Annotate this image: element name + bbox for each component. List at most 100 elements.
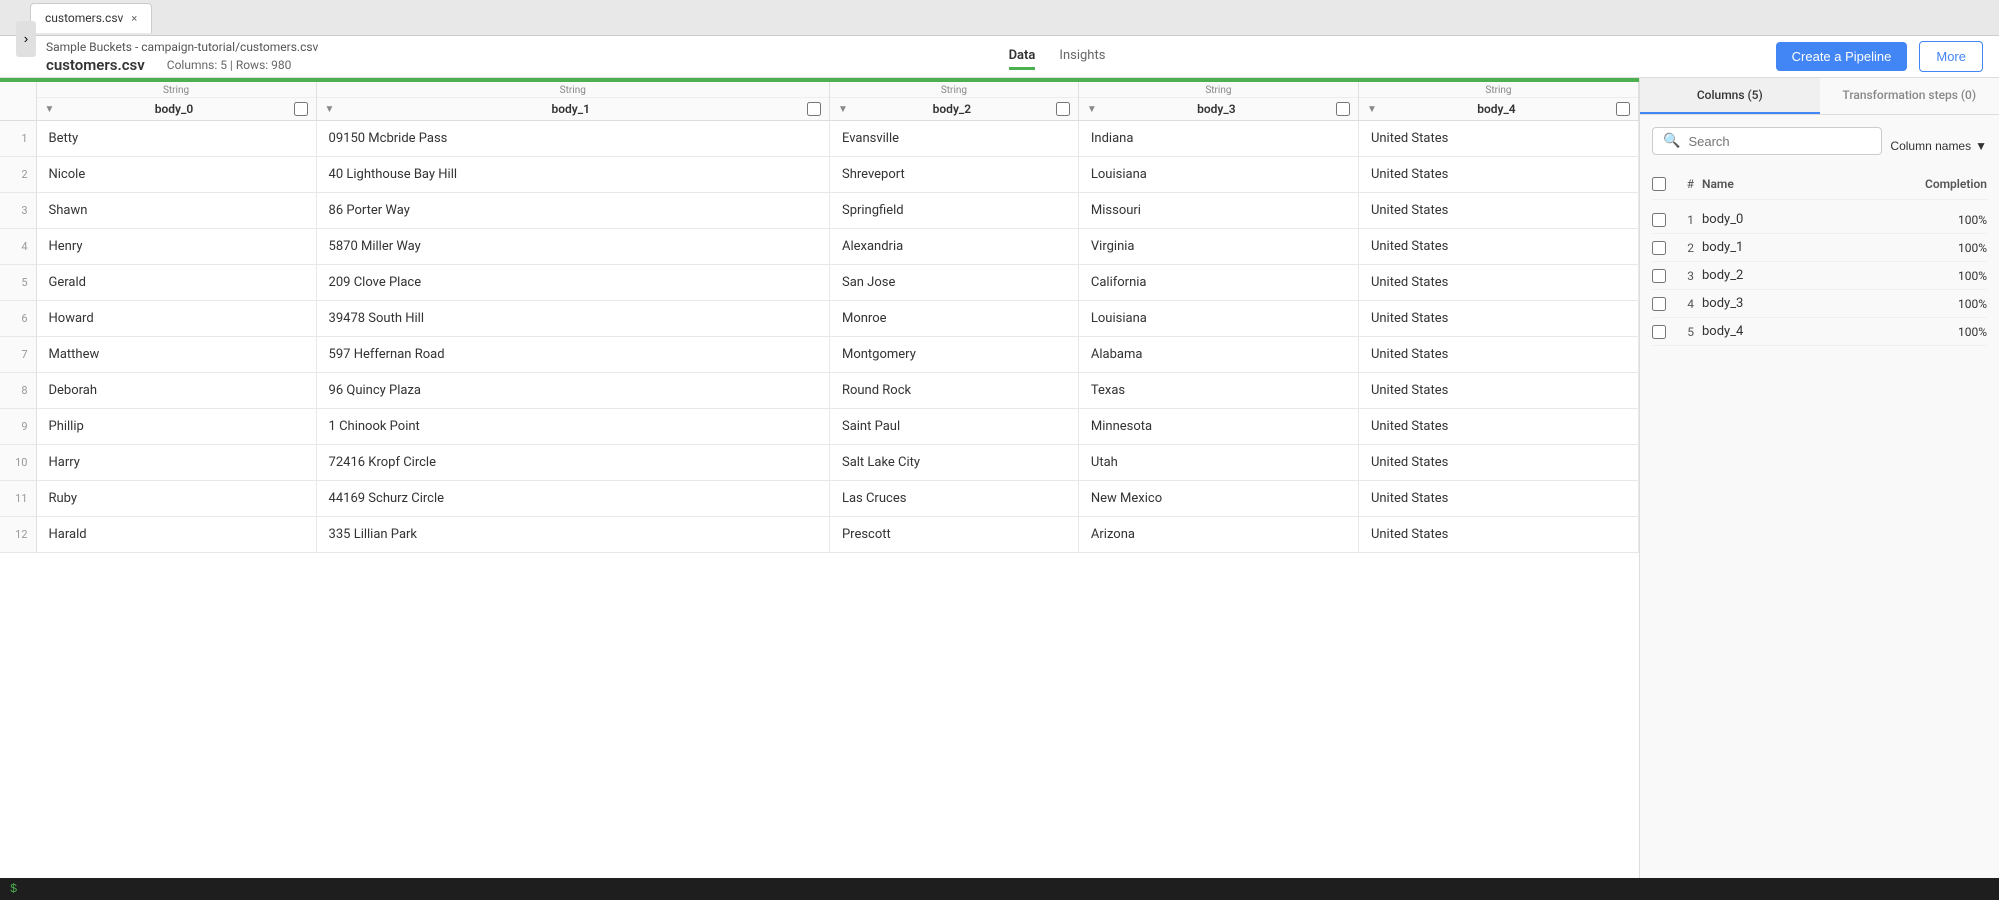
cell-c4: United States xyxy=(1358,373,1638,409)
main-content: String ▼ body_0 String ▼ xyxy=(0,78,1999,878)
col-list-num: 5 xyxy=(1674,325,1694,339)
row-num-header xyxy=(0,82,36,121)
cell-c3: Utah xyxy=(1078,445,1358,481)
panel-tab-columns[interactable]: Columns (5) xyxy=(1640,78,1820,114)
col-list-pct: 100% xyxy=(1958,241,1987,255)
main-nav-tabs: Data Insights xyxy=(338,44,1775,70)
row-num: 9 xyxy=(0,409,36,445)
col4-checkbox[interactable] xyxy=(1616,102,1630,116)
table-row: 11 Ruby 44169 Schurz Circle Las Cruces N… xyxy=(0,481,1639,517)
panel-tabs: Columns (5) Transformation steps (0) xyxy=(1640,78,1999,115)
cell-c0: Henry xyxy=(36,229,316,265)
col1-checkbox[interactable] xyxy=(807,102,821,116)
cell-c2: Springfield xyxy=(829,193,1078,229)
table-row: 4 Henry 5870 Miller Way Alexandria Virgi… xyxy=(0,229,1639,265)
cell-c0: Shawn xyxy=(36,193,316,229)
cell-c3: Louisiana xyxy=(1078,157,1358,193)
table-row: 5 Gerald 209 Clove Place San Jose Califo… xyxy=(0,265,1639,301)
row-num: 3 xyxy=(0,193,36,229)
tab-close-icon[interactable]: × xyxy=(131,12,137,25)
table-area: String ▼ body_0 String ▼ xyxy=(0,78,1639,878)
cell-c0: Howard xyxy=(36,301,316,337)
cell-c2: Alexandria xyxy=(829,229,1078,265)
cell-c4: United States xyxy=(1358,229,1638,265)
col0-checkbox[interactable] xyxy=(294,102,308,116)
table-body: 1 Betty 09150 Mcbride Pass Evansville In… xyxy=(0,121,1639,553)
row-num: 10 xyxy=(0,445,36,481)
tab-data[interactable]: Data xyxy=(1009,44,1036,70)
cell-c2: Round Rock xyxy=(829,373,1078,409)
col-list-name: body_4 xyxy=(1702,324,1950,339)
row-num: 2 xyxy=(0,157,36,193)
file-title: customers.csv xyxy=(46,56,145,74)
cell-c2: Montgomery xyxy=(829,337,1078,373)
cell-c3: Texas xyxy=(1078,373,1358,409)
col-list-checkbox[interactable] xyxy=(1652,213,1666,227)
column-search-input[interactable] xyxy=(1688,134,1871,149)
cell-c3: New Mexico xyxy=(1078,481,1358,517)
row-num: 11 xyxy=(0,481,36,517)
tab-insights[interactable]: Insights xyxy=(1059,44,1105,69)
cell-c3: Arizona xyxy=(1078,517,1358,553)
right-panel: Columns (5) Transformation steps (0) 🔍 C… xyxy=(1639,78,1999,878)
col-list-checkbox[interactable] xyxy=(1652,325,1666,339)
data-table: String ▼ body_0 String ▼ xyxy=(0,82,1639,553)
cell-c0: Harry xyxy=(36,445,316,481)
col3-type: String xyxy=(1079,82,1358,98)
select-all-checkbox[interactable] xyxy=(1652,177,1666,191)
col1-type: String xyxy=(317,82,829,98)
col0-dropdown-icon[interactable]: ▼ xyxy=(45,104,55,115)
cell-c0: Deborah xyxy=(36,373,316,409)
cell-c2: Saint Paul xyxy=(829,409,1078,445)
cell-c4: United States xyxy=(1358,481,1638,517)
table-row: 6 Howard 39478 South Hill Monroe Louisia… xyxy=(0,301,1639,337)
col-header-body4: String ▼ body_4 xyxy=(1358,82,1638,121)
cell-c1: 44169 Schurz Circle xyxy=(316,481,829,517)
cell-c1: 86 Porter Way xyxy=(316,193,829,229)
cell-c0: Harald xyxy=(36,517,316,553)
col-list-checkbox[interactable] xyxy=(1652,297,1666,311)
col-list-checkbox[interactable] xyxy=(1652,241,1666,255)
col3-dropdown-icon[interactable]: ▼ xyxy=(1087,104,1097,115)
col-completion-header: Completion xyxy=(1925,177,1987,191)
table-row: 3 Shawn 86 Porter Way Springfield Missou… xyxy=(0,193,1639,229)
cell-c0: Phillip xyxy=(36,409,316,445)
cell-c1: 39478 South Hill xyxy=(316,301,829,337)
col0-label: body_0 xyxy=(58,102,289,116)
col4-dropdown-icon[interactable]: ▼ xyxy=(1367,104,1377,115)
col-list-pct: 100% xyxy=(1958,325,1987,339)
panel-tab-transformation[interactable]: Transformation steps (0) xyxy=(1820,78,1999,114)
cell-c4: United States xyxy=(1358,193,1638,229)
col-list-name: body_3 xyxy=(1702,296,1950,311)
table-row: 8 Deborah 96 Quincy Plaza Round Rock Tex… xyxy=(0,373,1639,409)
table-row: 7 Matthew 597 Heffernan Road Montgomery … xyxy=(0,337,1639,373)
cell-c4: United States xyxy=(1358,265,1638,301)
column-names-dropdown-button[interactable]: Column names ▼ xyxy=(1890,139,1987,153)
col1-dropdown-icon[interactable]: ▼ xyxy=(325,104,335,115)
more-button[interactable]: More xyxy=(1919,41,1983,72)
col-list-num: 4 xyxy=(1674,297,1694,311)
row-num: 5 xyxy=(0,265,36,301)
header-bar: › Sample Buckets - campaign-tutorial/cus… xyxy=(0,36,1999,78)
cell-c2: Evansville xyxy=(829,121,1078,157)
col-name-header: Name xyxy=(1702,177,1917,191)
breadcrumb: Sample Buckets - campaign-tutorial/custo… xyxy=(46,40,318,54)
cell-c3: Indiana xyxy=(1078,121,1358,157)
file-tab[interactable]: customers.csv × xyxy=(30,3,152,33)
col-list-checkbox[interactable] xyxy=(1652,269,1666,283)
tab-label: customers.csv xyxy=(45,11,123,25)
cell-c2: Prescott xyxy=(829,517,1078,553)
col-header-body1: String ▼ body_1 xyxy=(316,82,829,121)
cell-c4: United States xyxy=(1358,517,1638,553)
col2-dropdown-icon[interactable]: ▼ xyxy=(838,104,848,115)
col2-type: String xyxy=(830,82,1078,98)
create-pipeline-button[interactable]: Create a Pipeline xyxy=(1776,42,1908,71)
cell-c1: 335 Lillian Park xyxy=(316,517,829,553)
file-meta: Columns: 5 | Rows: 980 xyxy=(167,58,292,72)
cell-c2: San Jose xyxy=(829,265,1078,301)
sidebar-toggle-button[interactable]: › xyxy=(16,21,36,57)
col2-checkbox[interactable] xyxy=(1056,102,1070,116)
cell-c1: 597 Heffernan Road xyxy=(316,337,829,373)
row-num: 4 xyxy=(0,229,36,265)
col3-checkbox[interactable] xyxy=(1336,102,1350,116)
